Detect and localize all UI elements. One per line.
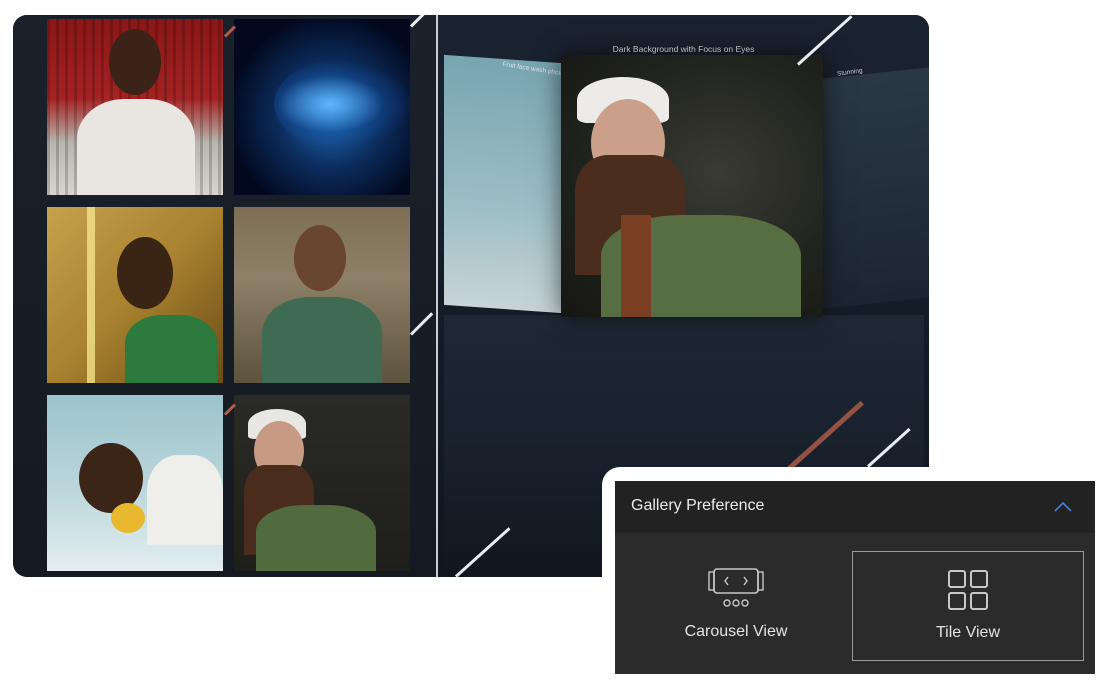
carousel-center-slide[interactable] [561, 55, 823, 317]
center-slide-title: Dark Background with Focus on Eyes [612, 44, 755, 54]
tile-view-preview [13, 15, 436, 577]
carousel-view-option[interactable]: Carousel View [620, 551, 852, 661]
gallery-tile[interactable] [234, 207, 410, 383]
gallery-tile[interactable] [47, 19, 223, 195]
carousel-icon [708, 568, 764, 607]
carousel-side-slide-left[interactable] [444, 54, 562, 314]
gallery-tile[interactable] [234, 395, 410, 571]
tile-grid-icon [948, 570, 988, 610]
carousel-side-slide-right[interactable] [823, 67, 929, 309]
panel-title: Gallery Preference [631, 497, 765, 514]
gallery-tile[interactable] [47, 207, 223, 383]
chevron-up-icon[interactable] [1052, 497, 1074, 519]
gallery-preference-panel: Gallery Preference Carousel View Tile Vi… [615, 481, 1095, 674]
panel-header[interactable]: Gallery Preference [615, 481, 1095, 533]
carousel-view-label: Carousel View [684, 623, 788, 640]
gallery-tile[interactable] [47, 395, 223, 571]
tile-view-label: Tile View [935, 624, 1001, 641]
gallery-tile[interactable] [234, 19, 410, 195]
tile-view-option[interactable]: Tile View [852, 551, 1084, 661]
